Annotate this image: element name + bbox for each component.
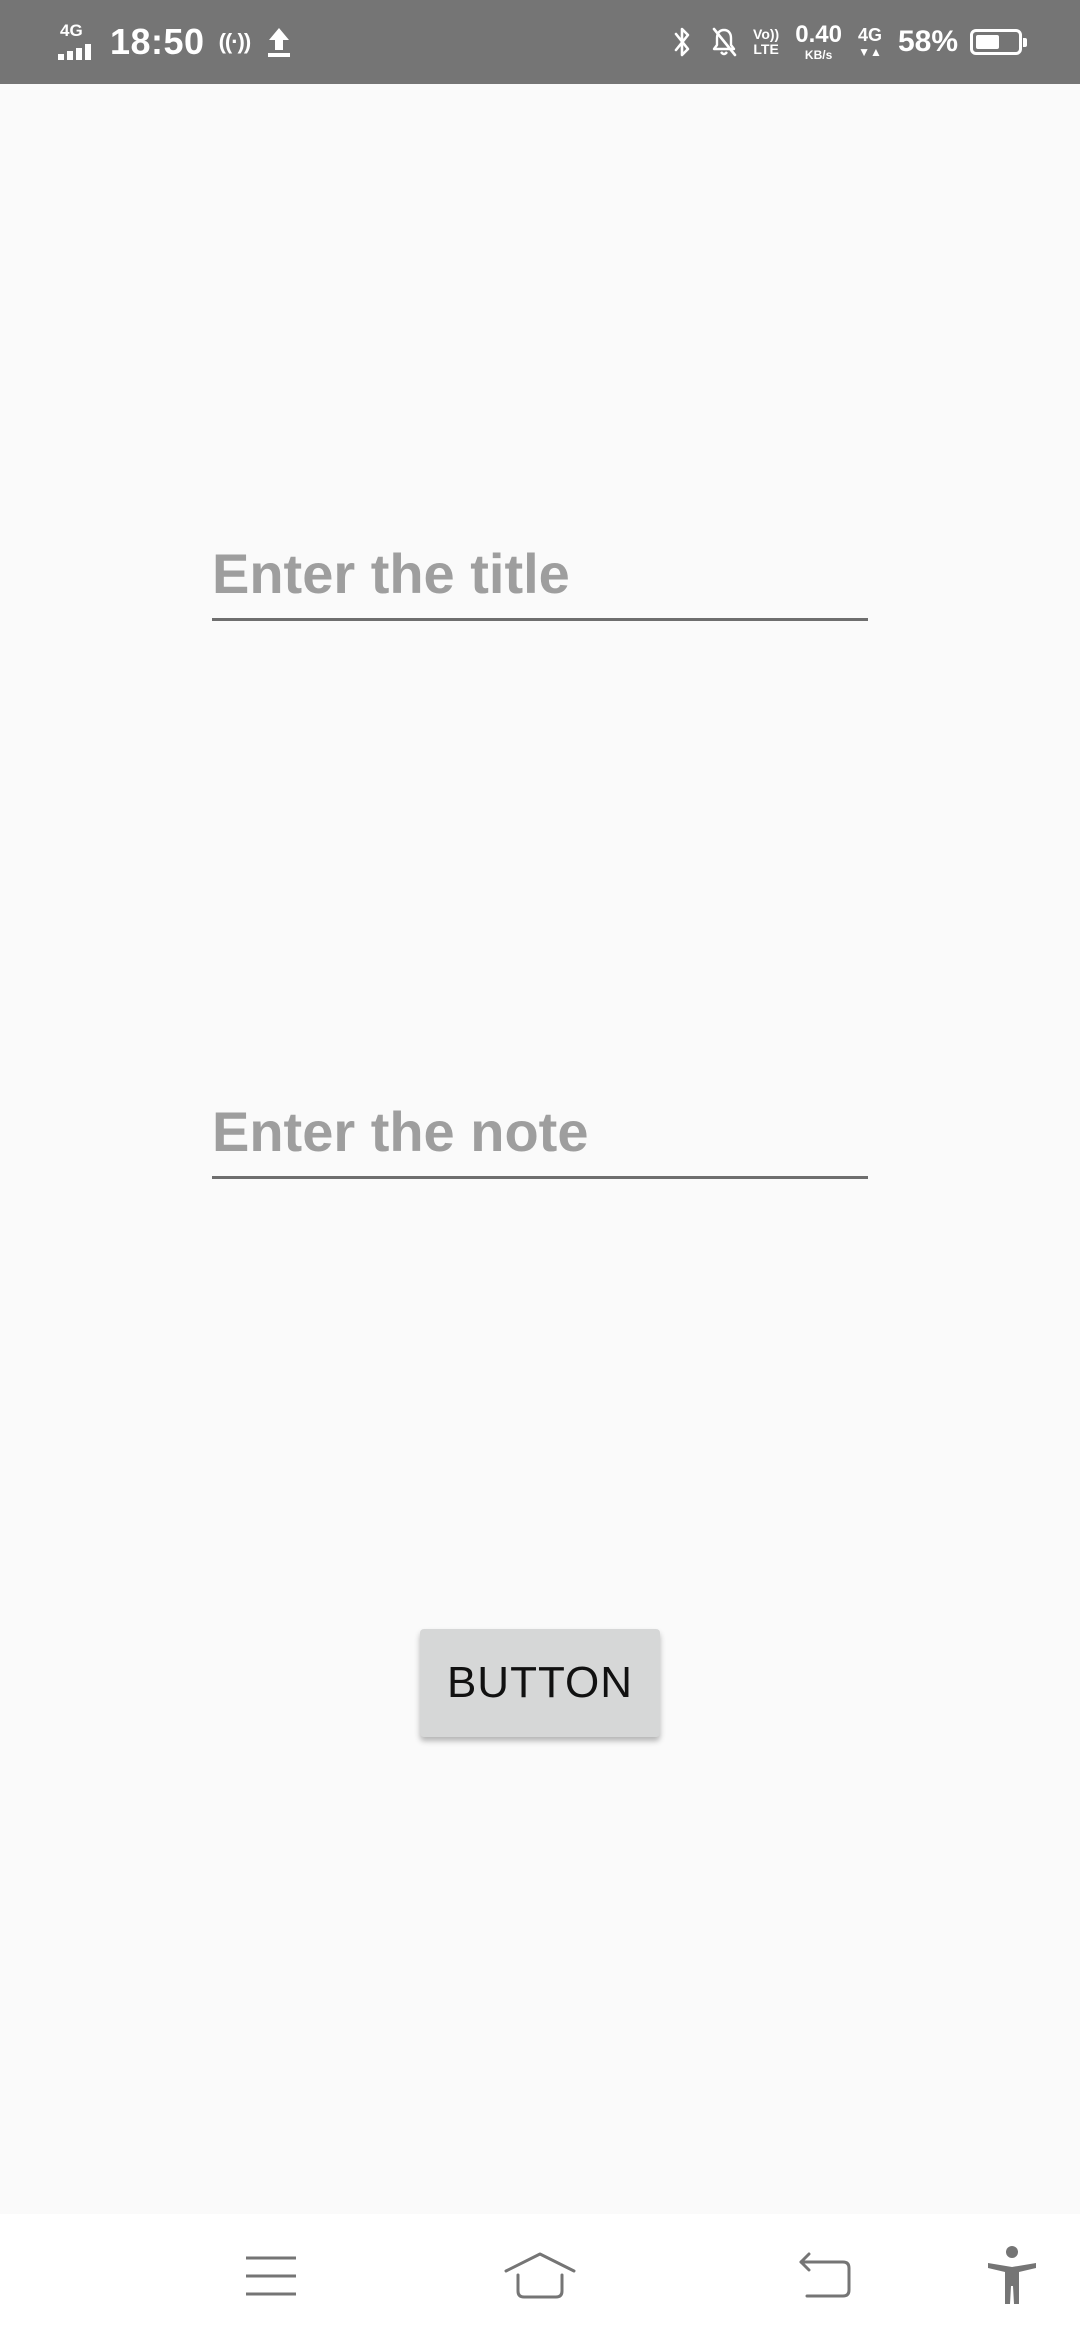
volte-top-label: Vo)) — [753, 26, 780, 42]
volte-bottom-label: LTE — [753, 41, 779, 57]
mobile-data-indicator: 4G ▼▲ — [858, 26, 882, 58]
title-field — [212, 528, 868, 621]
network-speed-value: 0.40 — [795, 21, 842, 48]
clock: 18:50 — [110, 21, 205, 62]
signal-bars — [58, 44, 91, 60]
status-bar-right: Vo)) LTE 0.40 KB/s 4G ▼▲ 58% — [653, 0, 1027, 84]
upload-icon — [268, 28, 291, 57]
bluetooth-icon — [674, 27, 690, 57]
submit-button[interactable]: BUTTON — [420, 1629, 660, 1737]
navigation-bar — [0, 2214, 1080, 2340]
title-input[interactable] — [212, 528, 868, 618]
hotspot-icon: ((·)) — [218, 29, 252, 54]
signal-icon: 4G — [58, 22, 96, 62]
note-field — [212, 1086, 868, 1179]
note-input[interactable] — [212, 1086, 868, 1176]
notifications-off-icon — [712, 27, 737, 57]
accessibility-button[interactable] — [972, 2236, 1052, 2316]
network-speed: 0.40 KB/s — [795, 21, 842, 62]
accessibility-icon — [988, 2246, 1036, 2304]
status-bar-left: 4G 18:50 ((·)) — [58, 0, 292, 84]
network-type-label: 4G — [60, 21, 83, 40]
back-icon — [799, 2252, 851, 2298]
network-speed-unit: KB/s — [804, 48, 833, 62]
back-button[interactable] — [785, 2236, 865, 2316]
battery-icon — [970, 29, 1027, 55]
mobile-data-label: 4G — [857, 25, 882, 45]
home-button[interactable] — [500, 2236, 580, 2316]
home-icon — [504, 2252, 576, 2299]
battery-level-fill — [976, 35, 999, 49]
menu-button[interactable] — [231, 2236, 311, 2316]
menu-icon — [246, 2256, 296, 2296]
mobile-data-arrows: ▼▲ — [858, 45, 882, 59]
status-bar: 4G 18:50 ((·)) Vo)) LTE 0.40 KB/s 4G ▼▲ … — [0, 0, 1080, 84]
battery-percent: 58% — [897, 25, 958, 58]
volte-indicator: Vo)) LTE — [753, 27, 779, 57]
